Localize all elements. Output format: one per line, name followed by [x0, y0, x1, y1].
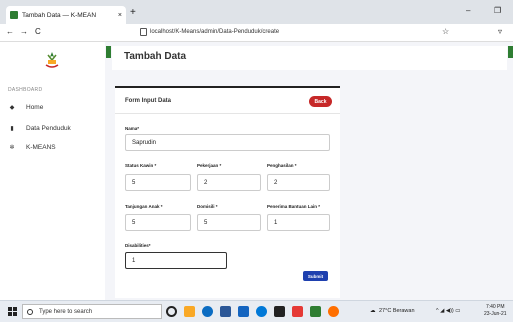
app-icon[interactable] — [310, 306, 321, 317]
tab-title: Tambah Data — K-MEAN — [22, 11, 97, 19]
star-icon[interactable]: ☆ — [442, 27, 449, 36]
restore-icon[interactable]: ❐ — [494, 6, 501, 15]
tab-close-icon[interactable]: × — [118, 12, 122, 19]
back-button[interactable]: Back — [309, 96, 332, 107]
status-kawin-label: Status Kawin * — [125, 163, 157, 168]
disabilities-label: Disabilities* — [125, 243, 151, 248]
file-explorer-icon[interactable] — [184, 306, 195, 317]
penghasilan-label: Penghasilan * — [267, 163, 297, 168]
tanggungan-anak-label: Tanjungan Anak * — [125, 204, 163, 209]
sidebar-heading: DASHBOARD — [8, 87, 43, 93]
back-arrow-icon[interactable]: ← — [6, 27, 14, 36]
accent-bar-left — [106, 46, 111, 58]
weather-icon: ☁ — [370, 308, 376, 314]
date: 23-Jun-21 — [484, 311, 507, 317]
edge-icon[interactable] — [202, 306, 213, 317]
penerima-bantuan-label: Penerima Bantuan Lain * — [267, 204, 321, 209]
sidebar-item-label: Home — [26, 103, 44, 111]
browser-tab-bar: Tambah Data — K-MEAN × + – ❐ — [0, 0, 513, 24]
sidebar-item-label: K-MEANS — [26, 143, 56, 151]
mail-icon[interactable] — [238, 306, 249, 317]
app-icon[interactable] — [292, 306, 303, 317]
app-icon[interactable] — [274, 306, 285, 317]
search-placeholder: Type here to search — [39, 308, 93, 315]
pekerjaan-input[interactable]: 2 — [197, 174, 261, 191]
cortana-icon[interactable] — [166, 306, 177, 317]
disabilities-input[interactable]: 1 — [125, 252, 227, 269]
browser-icon[interactable] — [256, 306, 267, 317]
page-icon — [140, 28, 147, 36]
taskbar: Type here to search ☁ 27°C Berawan ^ ◢ ◀… — [0, 300, 513, 322]
page-title: Tambah Data — [124, 51, 187, 62]
logo-icon — [45, 52, 59, 68]
sidebar-item-label: Data Penduduk — [26, 124, 71, 132]
home-icon: ◆ — [9, 104, 15, 111]
status-kawin-input[interactable]: 5 — [125, 174, 191, 191]
nama-input[interactable]: Saprudin — [125, 134, 330, 151]
cogs-icon: ✲ — [9, 144, 15, 151]
address-bar: ← → C localhost/K-Means/admin/Data-Pendu… — [0, 24, 513, 42]
search-icon — [27, 308, 33, 315]
url-text: localhost/K-Means/admin/Data-Penduduk/cr… — [150, 29, 280, 35]
accent-bar-right — [508, 46, 513, 58]
sidebar: DASHBOARD ◆ Home ▮ Data Penduduk ✲ K-MEA… — [0, 42, 105, 300]
sidebar-item-k-means[interactable]: ✲ K-MEANS — [8, 141, 56, 153]
firefox-icon[interactable] — [328, 306, 339, 317]
nama-label: Nama* — [125, 126, 140, 131]
minimize-icon[interactable]: – — [466, 6, 470, 15]
submit-button[interactable]: Submit — [303, 271, 328, 281]
penghasilan-input[interactable]: 2 — [267, 174, 330, 191]
domisili-label: Domisili * — [197, 204, 218, 209]
clock[interactable]: 7:40 PM 23-Jun-21 — [484, 304, 507, 318]
taskbar-search-input[interactable]: Type here to search — [22, 304, 162, 319]
sidebar-item-home[interactable]: ◆ Home — [8, 101, 44, 113]
favicon-icon — [10, 11, 18, 19]
forward-arrow-icon[interactable]: → — [20, 27, 28, 36]
tanggungan-anak-input[interactable]: 5 — [125, 214, 191, 231]
tray-icons[interactable]: ^ ◢ ◀)) ▭ — [436, 308, 460, 314]
new-tab-button[interactable]: + — [130, 6, 136, 20]
form-title: Form Input Data — [125, 98, 171, 104]
divider — [115, 113, 340, 114]
penerima-bantuan-input[interactable]: 1 — [267, 214, 330, 231]
windows-start-icon[interactable] — [8, 307, 17, 316]
shield-icon[interactable]: ▿ — [498, 27, 502, 36]
reload-icon[interactable]: C — [35, 27, 41, 36]
sidebar-item-data-penduduk[interactable]: ▮ Data Penduduk — [8, 122, 71, 134]
pekerjaan-label: Pekerjaan * — [197, 163, 222, 168]
form-card: Form Input Data Back Nama* Saprudin Stat… — [115, 86, 340, 298]
browser-tab[interactable]: Tambah Data — K-MEAN × — [6, 6, 126, 24]
url-field[interactable]: localhost/K-Means/admin/Data-Penduduk/cr… — [140, 28, 279, 36]
domisili-input[interactable]: 5 — [197, 214, 261, 231]
weather-text[interactable]: 27°C Berawan — [379, 308, 415, 314]
time: 7:40 PM — [485, 304, 505, 310]
file-icon: ▮ — [10, 125, 14, 132]
store-icon[interactable] — [220, 306, 231, 317]
